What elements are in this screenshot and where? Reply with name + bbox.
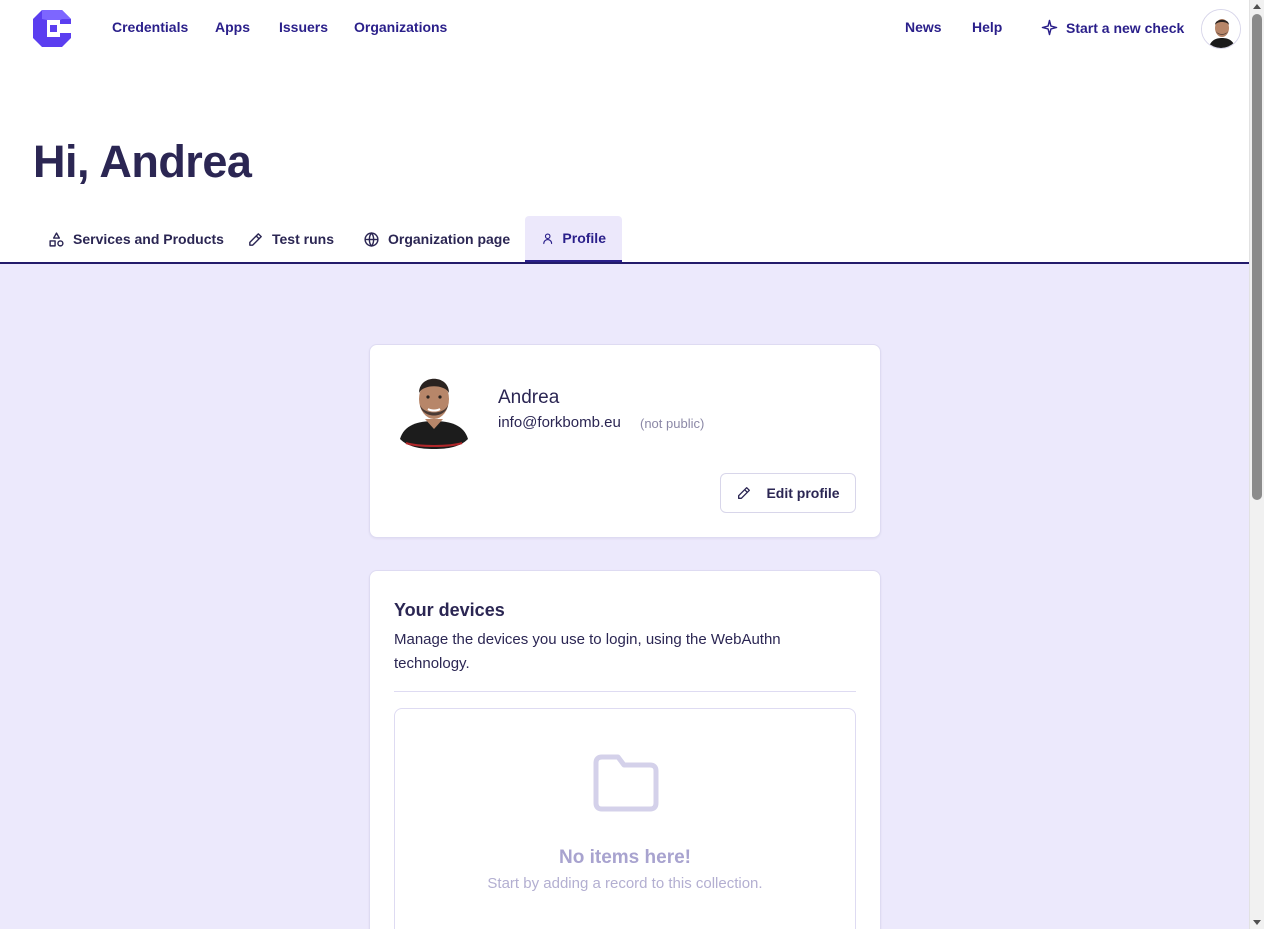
tab-label: Test runs <box>272 231 334 247</box>
nav-issuers[interactable]: Issuers <box>279 19 328 35</box>
profile-name: Andrea <box>498 387 560 408</box>
devices-title: Your devices <box>394 600 505 620</box>
nav-help[interactable]: Help <box>972 19 1002 35</box>
user-icon <box>543 232 553 244</box>
tab-services-and-products[interactable]: Services and Products <box>32 216 240 262</box>
start-new-check-button[interactable]: Start a new check <box>1041 19 1184 36</box>
top-navbar: Credentials Apps Issuers Organizations N… <box>0 0 1249 56</box>
profile-email: info@forkbomb.eu <box>498 414 621 431</box>
devices-card: Your devices Manage the devices you use … <box>369 570 881 929</box>
devices-description: Manage the devices you use to login, usi… <box>394 631 781 672</box>
tab-label: Organization page <box>388 231 511 247</box>
start-new-check-label: Start a new check <box>1066 19 1185 36</box>
email-visibility-note: (not public) <box>640 416 705 431</box>
empty-state-title: No items here! <box>559 847 691 868</box>
tab-profile[interactable]: Profile <box>525 216 622 262</box>
pencil-icon <box>738 487 751 499</box>
tab-label: Profile <box>562 230 606 246</box>
divider <box>394 691 856 692</box>
scroll-down-arrow-icon[interactable] <box>1253 920 1261 925</box>
page-title: Hi, Andrea <box>33 136 252 187</box>
globe-icon <box>364 231 379 247</box>
tab-label: Services and Products <box>73 231 224 247</box>
profile-card: Andrea info@forkbomb.eu (not public) Edi… <box>369 344 881 538</box>
scrollbar-thumb[interactable] <box>1252 14 1262 500</box>
pencil-icon <box>249 232 262 246</box>
nav-news[interactable]: News <box>905 19 942 35</box>
nav-organizations[interactable]: Organizations <box>354 19 447 35</box>
empty-state-subtitle: Start by adding a record to this collect… <box>487 875 763 892</box>
app-logo[interactable] <box>33 10 71 47</box>
edit-profile-label: Edit profile <box>766 485 840 501</box>
page-scrollbar[interactable] <box>1249 0 1264 929</box>
main-content: Andrea info@forkbomb.eu (not public) Edi… <box>0 264 1249 929</box>
scroll-up-arrow-icon[interactable] <box>1253 4 1261 9</box>
profile-photo <box>398 369 470 449</box>
nav-credentials[interactable]: Credentials <box>112 19 188 35</box>
shapes-icon <box>49 231 64 247</box>
user-avatar[interactable] <box>1201 9 1241 49</box>
edit-profile-button[interactable]: Edit profile <box>720 473 856 513</box>
devices-empty-state: No items here! Start by adding a record … <box>394 708 856 929</box>
tab-bar: Services and Products Test runs Organiza… <box>0 216 1249 264</box>
nav-apps[interactable]: Apps <box>215 19 250 35</box>
tab-organization-page[interactable]: Organization page <box>347 216 526 262</box>
folder-icon <box>593 754 659 812</box>
sparkle-icon <box>1041 19 1058 36</box>
tab-test-runs[interactable]: Test runs <box>231 216 350 262</box>
